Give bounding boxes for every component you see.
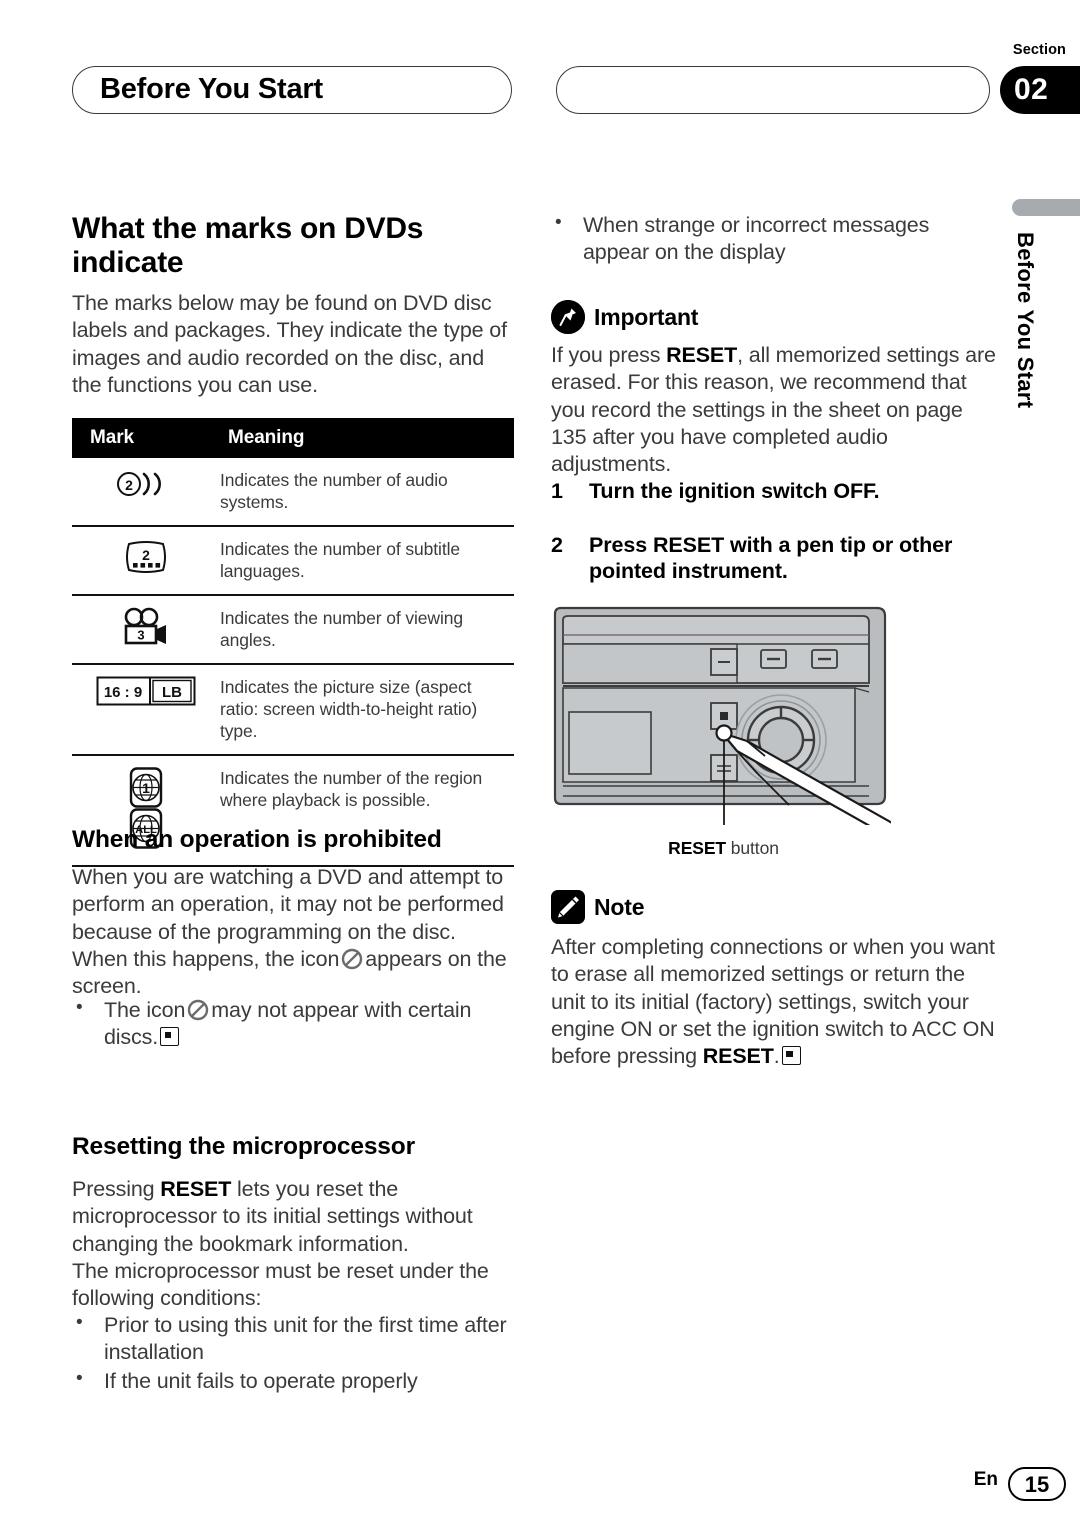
mark-cell: 2 (72, 458, 220, 527)
reset-keyword: RESET (160, 1177, 232, 1201)
mark-cell: 2 (72, 525, 220, 596)
list-item: The iconmay not appear with certain disc… (72, 996, 514, 1052)
viewing-angles-icon: 3 (120, 607, 172, 651)
list-item: Prior to using this unit for the first t… (72, 1311, 514, 1367)
side-tab-label: Before You Start (1013, 232, 1038, 409)
important-callout-header: Important (551, 300, 698, 334)
svg-text:3: 3 (137, 627, 144, 642)
step-2: 2 Press RESET with a pen tip or other po… (551, 532, 1009, 584)
svg-text:1: 1 (142, 780, 150, 796)
column-header-meaning: Meaning (220, 418, 514, 458)
list-item: When strange or incorrect messages appea… (551, 211, 983, 267)
reset-keyword: RESET (666, 343, 738, 367)
mark-cell: 16 : 9 LB (72, 663, 220, 756)
note-label: Note (594, 893, 645, 920)
important-label: Important (594, 303, 699, 330)
bullet-text-part1: The icon (104, 998, 186, 1022)
audio-systems-icon: 2 (115, 472, 177, 503)
reset-para-part1: Pressing (72, 1177, 155, 1201)
note-paragraph: After completing connections or when you… (551, 934, 996, 1070)
reset-caption-keyword: RESET (668, 838, 727, 858)
important-part1: If you press (551, 343, 661, 367)
intro-paragraph: The marks below may be found on DVD disc… (72, 291, 507, 397)
note-callout-header: Note (551, 890, 645, 924)
table-row: 2 Indicates the number of subtitle langu… (72, 525, 514, 596)
pencil-icon (551, 890, 585, 924)
meaning-cell: Indicates the picture size (aspect ratio… (220, 663, 514, 756)
footer-language: En (973, 1469, 998, 1490)
svg-text:2: 2 (142, 547, 150, 563)
prohibited-icon (341, 948, 363, 970)
manual-page: Before You Start Section 02 Before You S… (0, 0, 1080, 1529)
table-row: 3 Indicates the number of viewing angles… (72, 594, 514, 665)
aspect-ratio-icon: 16 : 9 LB (96, 676, 196, 710)
table-row: 16 : 9 LB Indicates the picture size (as… (72, 663, 514, 756)
step-number: 2 (551, 533, 563, 557)
continued-bullet-list: When strange or incorrect messages appea… (551, 211, 983, 267)
step-text: Turn the ignition switch OFF. (589, 479, 880, 503)
important-paragraph: If you press RESET, all memorized settin… (551, 342, 996, 478)
footer-page-number: 15 (1008, 1467, 1066, 1501)
prohibited-bullet-list: The iconmay not appear with certain disc… (72, 996, 514, 1052)
table-header-row: Mark Meaning (72, 418, 514, 458)
step-text: Press RESET with a pen tip or other poin… (589, 533, 953, 584)
page-title: Before You Start (100, 73, 323, 105)
prohibited-icon (187, 999, 209, 1021)
meaning-cell: Indicates the number of viewing angles. (220, 594, 514, 665)
list-item: If the unit fails to operate properly (72, 1367, 514, 1395)
column-header-mark: Mark (72, 418, 220, 458)
side-tab-bar (1012, 199, 1080, 216)
reset-button-caption: RESET button (551, 838, 896, 859)
head-unit-illustration (551, 600, 903, 840)
step-1: 1 Turn the ignition switch OFF. (551, 478, 1029, 504)
end-of-section-marker (781, 1046, 801, 1066)
marks-table: Mark Meaning 2 Indicates the number of a… (72, 418, 514, 867)
svg-text:2: 2 (125, 477, 133, 493)
heading-when-operation-prohibited: When an operation is prohibited (72, 826, 442, 853)
prohibited-paragraph: When you are watching a DVD and attempt … (72, 864, 514, 1000)
mark-cell: 3 (72, 594, 220, 665)
subtitle-languages-icon: 2 (123, 540, 169, 580)
svg-text:16 : 9: 16 : 9 (104, 684, 142, 701)
pushpin-icon (551, 300, 585, 334)
step-number: 1 (551, 479, 563, 503)
empty-header-pill (556, 66, 990, 114)
table-row: 2 Indicates the number of audio systems. (72, 458, 514, 527)
end-of-section-marker (160, 1027, 180, 1047)
reset-paragraph-2: The microprocessor must be reset under t… (72, 1259, 489, 1311)
section-number-badge: 02 (1000, 66, 1080, 114)
reset-keyword: RESET (702, 1044, 774, 1069)
svg-text:LB: LB (162, 684, 182, 701)
reset-caption-rest: button (726, 838, 779, 858)
meaning-cell: Indicates the number of subtitle languag… (220, 525, 514, 596)
reset-conditions-list: Prior to using this unit for the first t… (72, 1311, 514, 1395)
section-label: Section (1012, 42, 1066, 58)
note-part2: . (773, 1044, 780, 1069)
meaning-cell: Indicates the number of audio systems. (220, 458, 514, 527)
reset-paragraph-1: Pressing RESET lets you reset the microp… (72, 1176, 514, 1258)
heading-what-the-marks: What the marks on DVDs indicate (72, 212, 424, 280)
heading-resetting-microprocessor: Resetting the microprocessor (72, 1133, 415, 1160)
